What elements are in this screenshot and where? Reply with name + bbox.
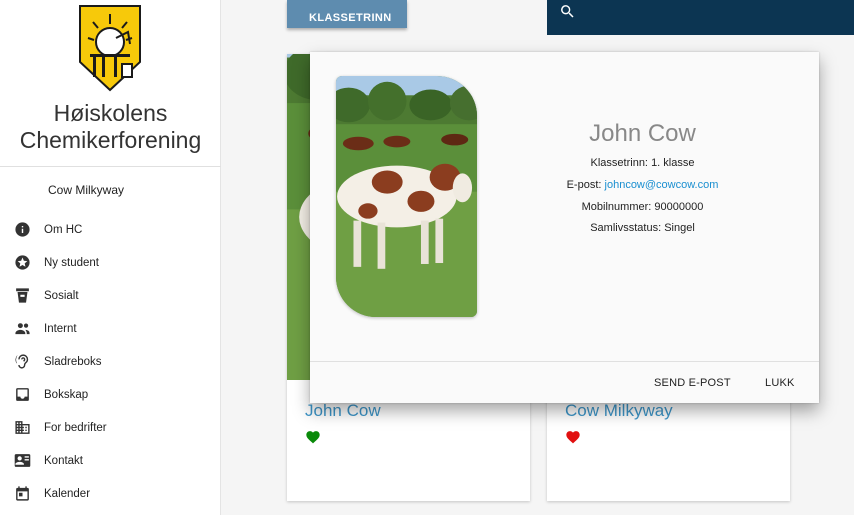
student-name-link[interactable]: Cow Milkyway [565,401,673,421]
student-profile-photo [336,76,477,317]
dialog-divider [310,361,819,362]
search-icon[interactable] [559,3,576,20]
klassetrinn-value: 1. klasse [651,157,695,169]
sidebar-divider [0,166,221,167]
org-name-line-1: Høiskolens [53,100,168,126]
building-icon [0,419,44,436]
sidebar-item-label: Sosialt [44,289,79,302]
sidebar-item-internt[interactable]: Internt [0,312,221,345]
sidebar-item-om-hc[interactable]: Om HC [0,213,221,246]
klassetrinn-button[interactable]: KLASSETRINN [287,0,407,28]
email-row: E-post: johncow@cowcow.com [500,179,785,191]
status-row: Samlivsstatus: Singel [500,222,785,234]
contact-card-icon [0,452,44,469]
calendar-icon [0,485,44,502]
sidebar-item-sosialt[interactable]: Sosialt [0,279,221,312]
hearing-icon [0,353,44,370]
klassetrinn-label: Klassetrinn: [590,157,648,169]
current-user-name[interactable]: Cow Milkyway [48,183,124,197]
sidebar-item-label: For bedrifter [44,421,107,434]
klassetrinn-row: Klassetrinn: 1. klasse [500,157,785,169]
email-link[interactable]: johncow@cowcow.com [605,179,719,191]
sidebar-nav: Om HC Ny student Sosialt Internt Sladreb… [0,213,221,510]
heart-icon[interactable] [305,429,321,444]
sidebar-item-label: Bokskap [44,388,89,401]
cup-icon [0,287,44,304]
sidebar-item-for-bedrifter[interactable]: For bedrifter [0,411,221,444]
sidebar-item-label: Om HC [44,223,83,236]
heart-icon[interactable] [565,429,581,444]
sidebar-item-label: Kalender [44,487,91,500]
organization-name: Høiskolens Chemikerforening [0,100,221,154]
close-button[interactable]: LUKK [765,377,795,389]
sidebar-item-kalender[interactable]: Kalender [0,477,221,510]
search-bar[interactable] [547,0,854,35]
send-email-button[interactable]: SEND E-POST [654,377,731,389]
student-name: John Cow [589,120,696,147]
student-name-link[interactable]: John Cow [305,401,381,421]
mobile-row: Mobilnummer: 90000000 [500,201,785,213]
sidebar: Høiskolens Chemikerforening Cow Milkyway… [0,0,221,515]
sidebar-item-label: Internt [44,322,77,335]
sidebar-item-bokskap[interactable]: Bokskap [0,378,221,411]
mobile-value: 90000000 [654,201,704,213]
star-icon [0,254,44,271]
hc-logo[interactable] [78,4,142,92]
info-icon [0,221,44,238]
email-label: E-post: [566,179,602,191]
mobile-label: Mobilnummer: [581,201,652,213]
inbox-icon [0,386,44,403]
sidebar-item-label: Ny student [44,256,99,269]
student-detail-dialog: John Cow Klassetrinn: 1. klasse E-post: … [310,52,819,403]
status-value: Singel [664,222,695,234]
status-label: Samlivsstatus: [590,222,662,234]
people-icon [0,320,44,337]
sidebar-item-label: Sladreboks [44,355,102,368]
sidebar-item-ny-student[interactable]: Ny student [0,246,221,279]
sidebar-item-kontakt[interactable]: Kontakt [0,444,221,477]
org-name-line-2: Chemikerforening [19,127,202,153]
sidebar-item-label: Kontakt [44,454,83,467]
sidebar-item-sladreboks[interactable]: Sladreboks [0,345,221,378]
